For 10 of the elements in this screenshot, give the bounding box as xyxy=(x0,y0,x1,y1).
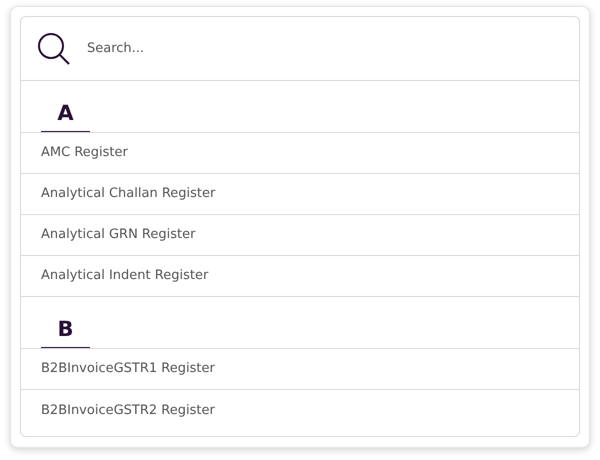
register-link[interactable]: AMC Register xyxy=(41,143,128,163)
register-link[interactable]: Analytical Challan Register xyxy=(41,184,216,204)
search-field[interactable]: Search... xyxy=(87,38,579,58)
section-letter: A xyxy=(41,98,90,132)
section-letter: B xyxy=(41,314,90,348)
register-link[interactable]: Analytical Indent Register xyxy=(41,266,208,286)
search-icon xyxy=(37,32,71,66)
register-link[interactable]: Analytical GRN Register xyxy=(41,225,196,245)
register-link[interactable]: B2BInvoiceGSTR2 Register xyxy=(41,400,215,420)
register-link[interactable]: B2BInvoiceGSTR1 Register xyxy=(41,359,215,379)
